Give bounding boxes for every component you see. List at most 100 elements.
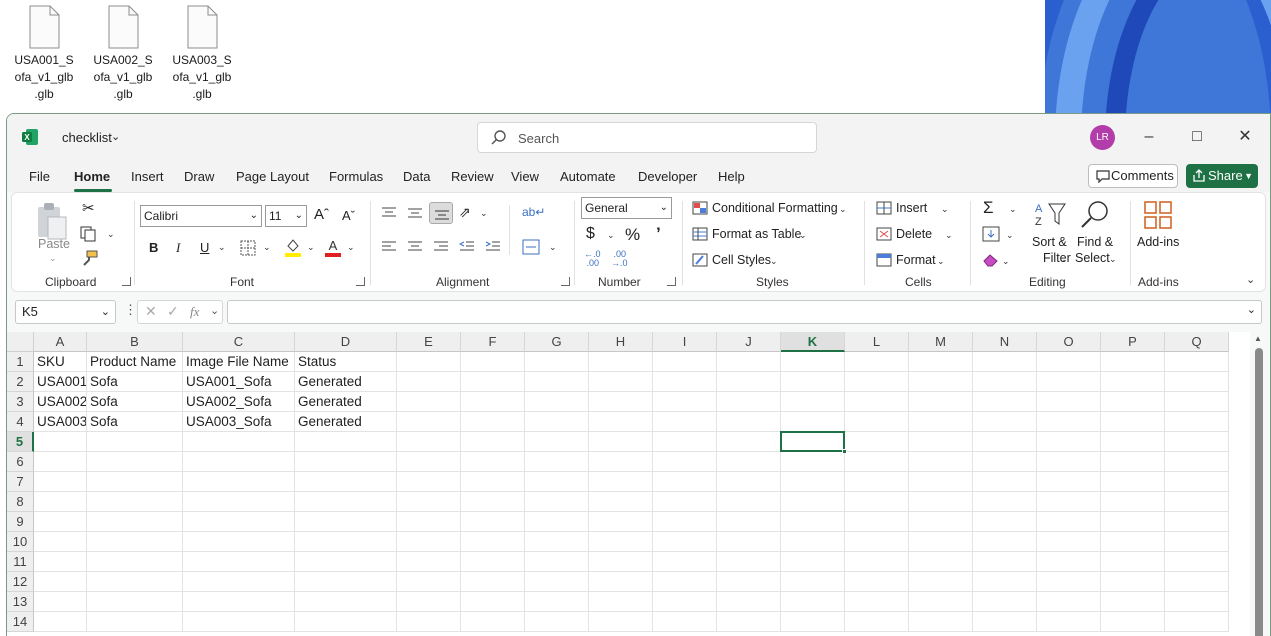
cell-m3[interactable] bbox=[909, 392, 973, 412]
cell-m8[interactable] bbox=[909, 492, 973, 512]
cell-q14[interactable] bbox=[1165, 612, 1229, 632]
cell-g14[interactable] bbox=[525, 612, 589, 632]
insert-cells-icon[interactable] bbox=[876, 201, 892, 215]
cell-a3[interactable]: USA002 bbox=[34, 392, 87, 412]
cell-n13[interactable] bbox=[973, 592, 1037, 612]
chevron-down-icon[interactable]: ⌄ bbox=[263, 242, 271, 253]
tab-file[interactable]: File bbox=[29, 169, 50, 184]
cell-b10[interactable] bbox=[87, 532, 183, 552]
cell-i6[interactable] bbox=[653, 452, 717, 472]
row-header-8[interactable]: 8 bbox=[7, 492, 34, 512]
formula-input[interactable]: ⌄ bbox=[227, 300, 1262, 324]
cell-m2[interactable] bbox=[909, 372, 973, 392]
cell-p9[interactable] bbox=[1101, 512, 1165, 532]
cell-n4[interactable] bbox=[973, 412, 1037, 432]
sort-label-2[interactable]: Filter bbox=[1043, 251, 1071, 265]
row-header-10[interactable]: 10 bbox=[7, 532, 34, 552]
cell-p11[interactable] bbox=[1101, 552, 1165, 572]
cell-q5[interactable] bbox=[1165, 432, 1229, 452]
row-header-3[interactable]: 3 bbox=[7, 392, 34, 412]
fill-handle[interactable] bbox=[842, 449, 847, 454]
chevron-down-icon[interactable]: ⌄ bbox=[210, 304, 219, 317]
cell-h5[interactable] bbox=[589, 432, 653, 452]
sort-filter-icon[interactable]: AZ bbox=[1033, 200, 1067, 228]
chevron-down-icon[interactable]: ⌄ bbox=[941, 204, 949, 215]
cell-q9[interactable] bbox=[1165, 512, 1229, 532]
tab-data[interactable]: Data bbox=[403, 169, 430, 184]
clear-icon[interactable] bbox=[982, 252, 1000, 268]
cell-q7[interactable] bbox=[1165, 472, 1229, 492]
cell-k10[interactable] bbox=[781, 532, 845, 552]
cell-b12[interactable] bbox=[87, 572, 183, 592]
insert-function-icon[interactable]: fx bbox=[190, 304, 199, 320]
cell-n10[interactable] bbox=[973, 532, 1037, 552]
cell-l2[interactable] bbox=[845, 372, 909, 392]
comma-style-icon[interactable]: ’ bbox=[656, 224, 661, 244]
decrease-indent-icon[interactable] bbox=[459, 240, 475, 254]
chevron-down-icon[interactable]: ⌄ bbox=[607, 230, 615, 241]
cell-d7[interactable] bbox=[295, 472, 397, 492]
cell-q13[interactable] bbox=[1165, 592, 1229, 612]
cell-o9[interactable] bbox=[1037, 512, 1101, 532]
cell-o12[interactable] bbox=[1037, 572, 1101, 592]
fill-color-icon[interactable] bbox=[284, 237, 302, 257]
cell-e14[interactable] bbox=[397, 612, 461, 632]
scrollbar-thumb[interactable] bbox=[1255, 348, 1263, 636]
cell-h7[interactable] bbox=[589, 472, 653, 492]
chevron-down-icon[interactable]: ⌄ bbox=[49, 253, 57, 264]
cell-p14[interactable] bbox=[1101, 612, 1165, 632]
desktop-file-usa002[interactable]: USA002_S ofa_v1_glb .glb bbox=[87, 4, 159, 103]
cell-p8[interactable] bbox=[1101, 492, 1165, 512]
chevron-down-icon[interactable]: ⌄ bbox=[480, 208, 488, 219]
scroll-up-icon[interactable]: ▲ bbox=[1254, 334, 1262, 343]
cell-l6[interactable] bbox=[845, 452, 909, 472]
minimize-button[interactable]: – bbox=[1134, 124, 1164, 150]
column-header-m[interactable]: M bbox=[909, 332, 973, 352]
cell-k13[interactable] bbox=[781, 592, 845, 612]
font-size-select[interactable]: 11 ⌄ bbox=[265, 205, 307, 227]
cell-m10[interactable] bbox=[909, 532, 973, 552]
cell-l4[interactable] bbox=[845, 412, 909, 432]
cut-icon[interactable]: ✂ bbox=[82, 199, 95, 217]
cell-a2[interactable]: USA001 bbox=[34, 372, 87, 392]
column-header-a[interactable]: A bbox=[34, 332, 87, 352]
row-header-6[interactable]: 6 bbox=[7, 452, 34, 472]
chevron-down-icon[interactable]: ⌄ bbox=[1059, 254, 1067, 265]
cell-i14[interactable] bbox=[653, 612, 717, 632]
cell-h14[interactable] bbox=[589, 612, 653, 632]
column-header-q[interactable]: Q bbox=[1165, 332, 1229, 352]
cell-g2[interactable] bbox=[525, 372, 589, 392]
cell-h6[interactable] bbox=[589, 452, 653, 472]
cell-f4[interactable] bbox=[461, 412, 525, 432]
grow-font-icon[interactable]: Aˆ bbox=[314, 206, 329, 223]
cell-e8[interactable] bbox=[397, 492, 461, 512]
cell-g12[interactable] bbox=[525, 572, 589, 592]
cell-g9[interactable] bbox=[525, 512, 589, 532]
cell-n9[interactable] bbox=[973, 512, 1037, 532]
cell-k4[interactable] bbox=[781, 412, 845, 432]
cell-o5[interactable] bbox=[1037, 432, 1101, 452]
column-header-g[interactable]: G bbox=[525, 332, 589, 352]
cell-c3[interactable]: USA002_Sofa bbox=[183, 392, 295, 412]
cell-e13[interactable] bbox=[397, 592, 461, 612]
cell-l1[interactable] bbox=[845, 352, 909, 372]
cell-h4[interactable] bbox=[589, 412, 653, 432]
cell-m5[interactable] bbox=[909, 432, 973, 452]
column-header-l[interactable]: L bbox=[845, 332, 909, 352]
cell-e10[interactable] bbox=[397, 532, 461, 552]
cell-l13[interactable] bbox=[845, 592, 909, 612]
cell-h12[interactable] bbox=[589, 572, 653, 592]
maximize-button[interactable]: □ bbox=[1182, 124, 1212, 150]
cell-d2[interactable]: Generated bbox=[295, 372, 397, 392]
cell-a9[interactable] bbox=[34, 512, 87, 532]
cell-j1[interactable] bbox=[717, 352, 781, 372]
format-as-table-icon[interactable] bbox=[692, 227, 708, 241]
cell-k7[interactable] bbox=[781, 472, 845, 492]
cell-a1[interactable]: SKU bbox=[34, 352, 87, 372]
chevron-down-icon[interactable]: ⌄ bbox=[1109, 254, 1117, 265]
cell-g3[interactable] bbox=[525, 392, 589, 412]
cell-styles-button[interactable]: Cell Styles bbox=[712, 253, 771, 267]
cell-a13[interactable] bbox=[34, 592, 87, 612]
cell-c1[interactable]: Image File Name bbox=[183, 352, 295, 372]
cell-e9[interactable] bbox=[397, 512, 461, 532]
